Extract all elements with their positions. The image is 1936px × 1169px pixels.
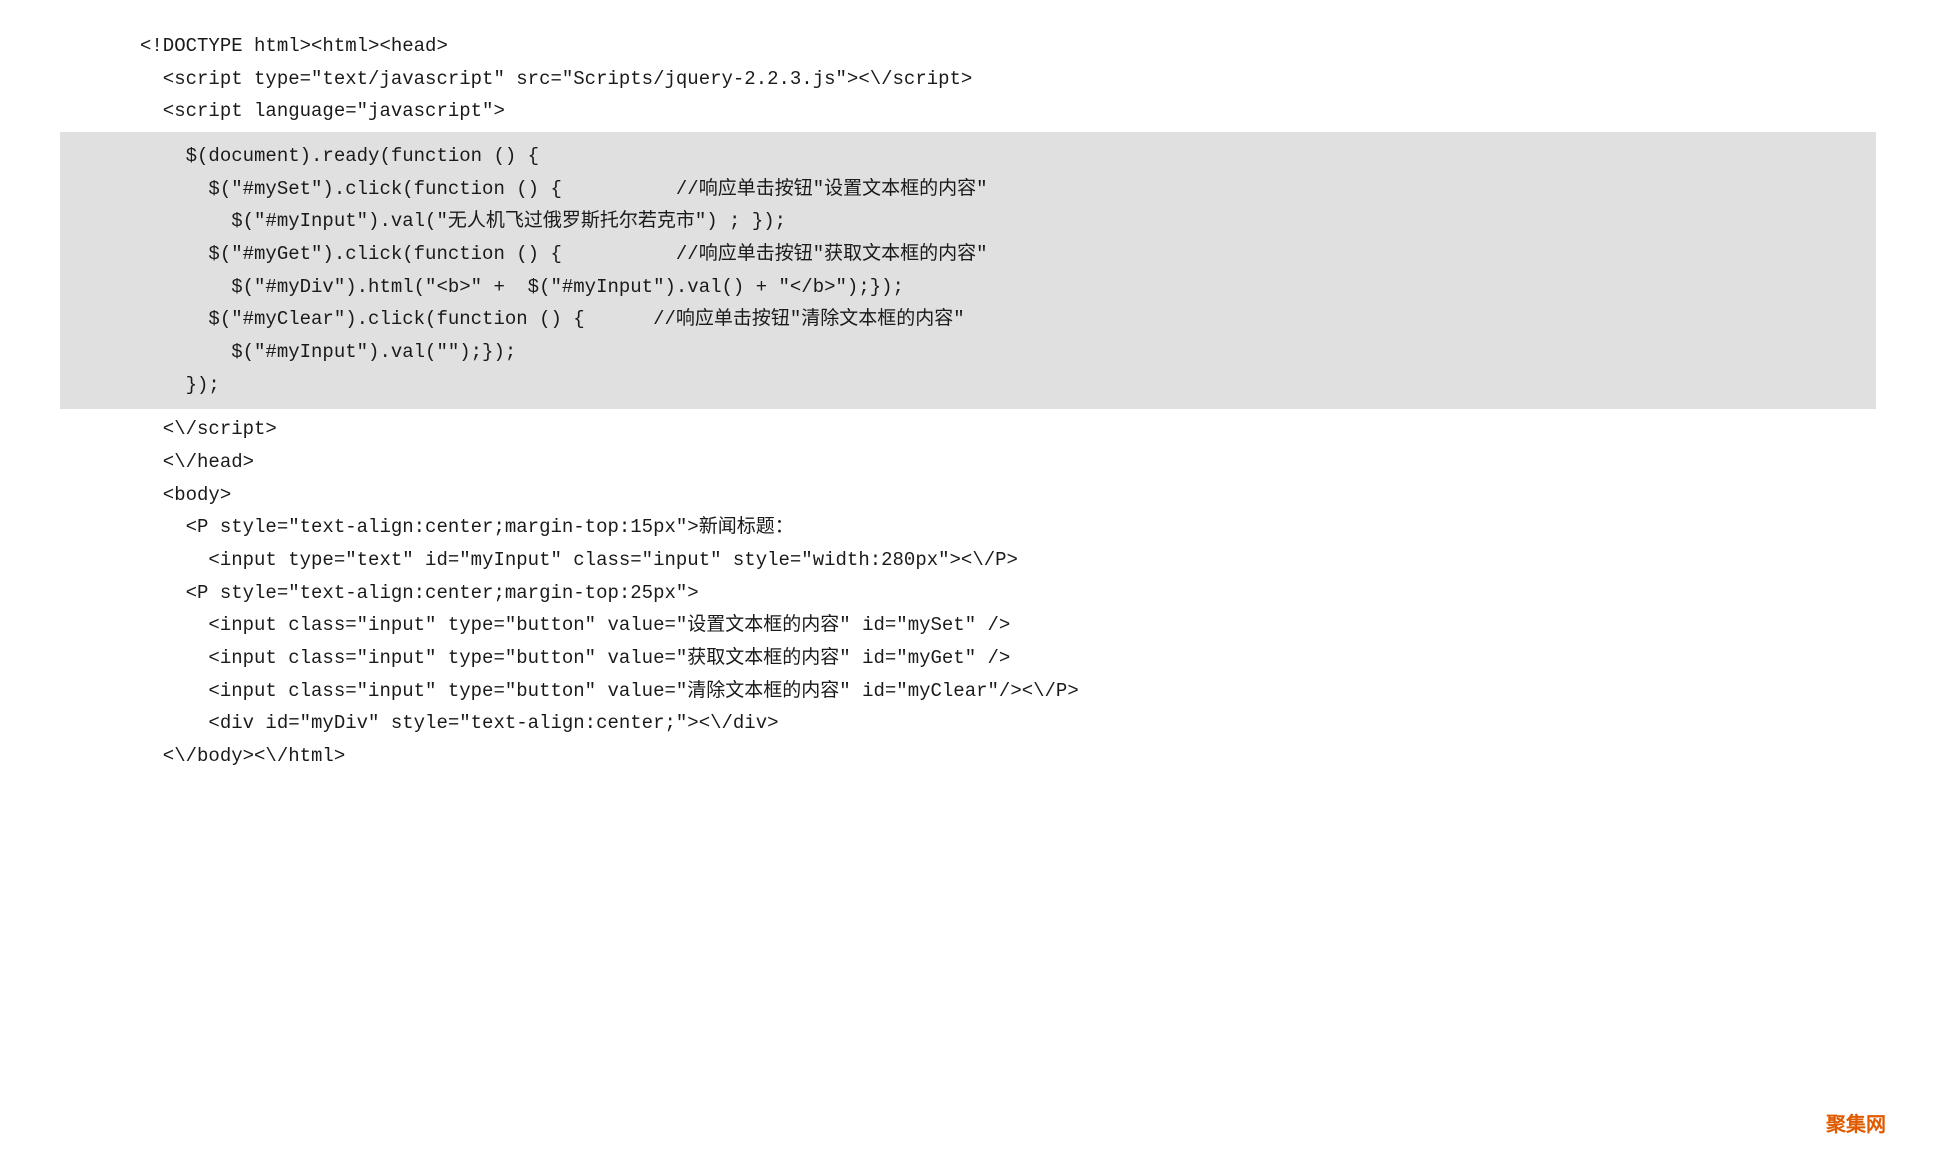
- code-line-hl2: $("#mySet").click(function () { //响应单击按钮…: [60, 173, 1876, 206]
- code-line-6: <body>: [60, 479, 1876, 512]
- code-line-4: <\/script>: [60, 413, 1876, 446]
- code-line-10: <input class="input" type="button" value…: [60, 609, 1876, 642]
- code-line-12: <input class="input" type="button" value…: [60, 675, 1876, 708]
- code-line-2: <script type="text/javascript" src="Scri…: [60, 63, 1876, 96]
- code-line-hl1: $(document).ready(function () {: [60, 140, 1876, 173]
- code-line-9: <P style="text-align:center;margin-top:2…: [60, 577, 1876, 610]
- code-line-hl7: $("#myInput").val("");});: [60, 336, 1876, 369]
- code-line-hl8: });: [60, 369, 1876, 402]
- code-line-hl5: $("#myDiv").html("<b>" + $("#myInput").v…: [60, 271, 1876, 304]
- code-line-5: <\/head>: [60, 446, 1876, 479]
- code-line-1: <!DOCTYPE html><html><head>: [60, 30, 1876, 63]
- code-line-8: <input type="text" id="myInput" class="i…: [60, 544, 1876, 577]
- code-line-3: <script language="javascript">: [60, 95, 1876, 128]
- code-container: <!DOCTYPE html><html><head> <script type…: [0, 0, 1936, 803]
- code-line-hl6: $("#myClear").click(function () { //响应单击…: [60, 303, 1876, 336]
- code-line-13: <div id="myDiv" style="text-align:center…: [60, 707, 1876, 740]
- code-line-7: <P style="text-align:center;margin-top:1…: [60, 511, 1876, 544]
- code-line-14: <\/body><\/html>: [60, 740, 1876, 773]
- code-line-hl4: $("#myGet").click(function () { //响应单击按钮…: [60, 238, 1876, 271]
- code-line-hl3: $("#myInput").val("无人机飞过俄罗斯托尔若克市") ; });: [60, 205, 1876, 238]
- highlighted-code-block: $(document).ready(function () { $("#mySe…: [60, 132, 1876, 409]
- code-line-11: <input class="input" type="button" value…: [60, 642, 1876, 675]
- brand-label: 聚集网: [1826, 1109, 1886, 1141]
